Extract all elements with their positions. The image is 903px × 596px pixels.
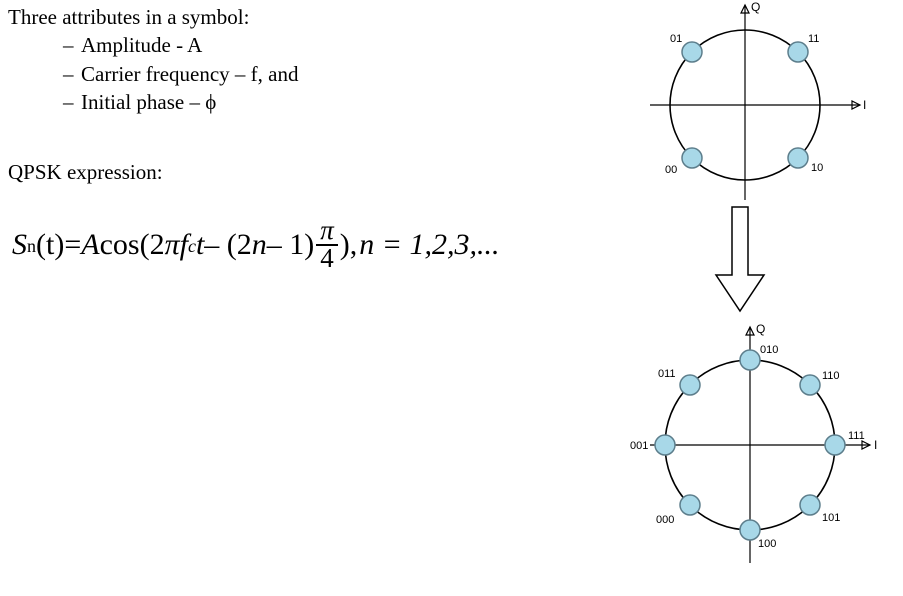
8psk-point-101: 101 [800,495,840,524]
q-axis-label: Q [751,0,760,14]
qpsk-point-10: 10 [788,148,823,174]
svg-text:111: 111 [848,430,865,442]
svg-text:10: 10 [811,162,823,174]
svg-text:00: 00 [665,164,677,176]
8psk-point-111: 111 [825,430,865,455]
qpsk-expression-equation: Sn(t) = Acos(2πfct – (2n – 1) π 4 ), n =… [12,218,500,271]
page-root: Three attributes in a symbol: –Amplitude… [0,0,903,596]
qpsk-expression-label: QPSK expression: [8,160,163,185]
qpsk-constellation-diagram: Q I 01 11 10 00 [615,0,885,210]
qpsk-point-11: 11 [788,33,819,62]
svg-text:000: 000 [656,514,674,526]
qpsk-point-00: 00 [665,148,702,176]
svg-text:100: 100 [758,538,776,550]
svg-text:001: 001 [630,440,648,452]
svg-text:01: 01 [670,33,682,45]
qpsk-point-01: 01 [670,33,702,62]
svg-text:010: 010 [760,344,778,356]
i-axis-label: I [874,438,877,452]
arrow-down-icon [710,205,770,315]
intro-heading: Three attributes in a symbol: [8,4,448,30]
8psk-point-100: 100 [740,520,776,550]
svg-text:110: 110 [822,370,840,382]
8psk-point-110: 110 [800,370,840,395]
intro-item-phase: –Initial phase – ϕ [63,89,448,115]
8psk-point-011: 011 [658,368,700,395]
intro-list: –Amplitude - A –Carrier frequency – f, a… [63,32,448,115]
q-axis-label: Q [756,322,765,336]
svg-text:11: 11 [808,33,819,45]
8psk-point-000: 000 [656,495,700,526]
svg-text:101: 101 [822,512,840,524]
8psk-point-010: 010 [740,344,778,370]
8psk-constellation-diagram: Q I 010 110 111 101 100 [615,300,895,595]
i-axis-label: I [863,98,866,112]
svg-text:011: 011 [658,368,676,380]
intro-block: Three attributes in a symbol: –Amplitude… [8,4,448,117]
intro-item-amplitude: –Amplitude - A [63,32,448,58]
intro-item-frequency: –Carrier frequency – f, and [63,61,448,87]
